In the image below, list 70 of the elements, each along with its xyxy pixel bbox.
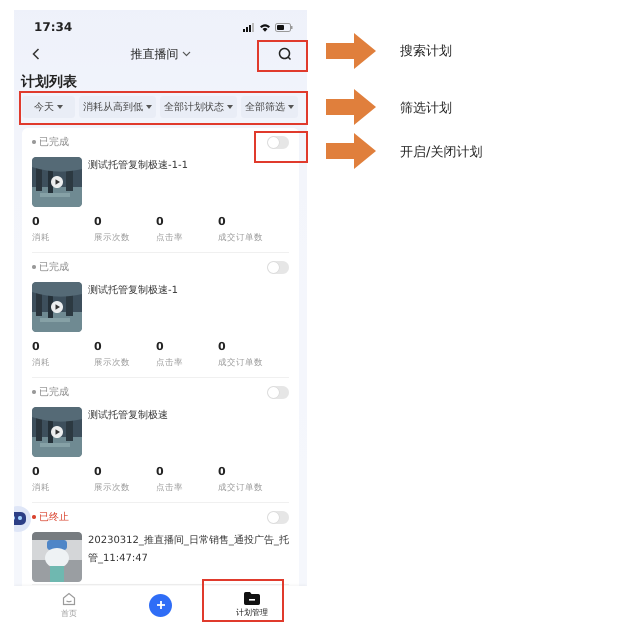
- account-dropdown[interactable]: 推直播间: [130, 46, 190, 62]
- caret-icon: [227, 105, 233, 109]
- home-icon: [62, 592, 76, 606]
- search-icon: [278, 47, 292, 61]
- stat-label: 点击率: [156, 482, 184, 494]
- stat-value: 0: [218, 340, 227, 353]
- stat-label: 展示次数: [94, 482, 131, 494]
- stat-value: 0: [94, 215, 103, 228]
- stat-label: 消耗: [32, 482, 51, 494]
- status-label: 已完成: [39, 260, 69, 274]
- play-icon: [51, 301, 63, 313]
- status-label: 已终止: [39, 510, 69, 524]
- arrow-icon: [326, 33, 376, 69]
- page-heading: 计划列表: [20, 73, 78, 92]
- plan-title: 测试托管复制极速: [88, 408, 169, 423]
- callout-label: 搜索计划: [400, 43, 452, 60]
- plan-toggle[interactable]: [267, 510, 289, 524]
- stat-label: 消耗: [32, 357, 51, 369]
- signal-icon: [243, 22, 255, 32]
- plan-title: 测试托管复制极速-1-1: [88, 158, 189, 173]
- play-icon: [51, 176, 63, 188]
- stat-value: 0: [156, 340, 165, 353]
- plan-toggle[interactable]: [267, 386, 289, 398]
- plan-title: 测试托管复制极速-1: [88, 284, 179, 298]
- filter-dropdown[interactable]: 消耗从高到低: [79, 96, 156, 118]
- folder-icon: [244, 592, 260, 605]
- back-icon: [32, 48, 40, 60]
- stat-value: 0: [32, 465, 41, 478]
- status-label: 已完成: [39, 386, 69, 399]
- callout-label: 开启/关闭计划: [400, 144, 482, 161]
- add-button[interactable]: [149, 594, 172, 616]
- caret-icon: [288, 105, 294, 109]
- callout-label: 筛选计划: [400, 100, 452, 117]
- stat-value: 0: [218, 215, 227, 228]
- stat-label: 成交订单数: [218, 357, 264, 369]
- stat-value: 0: [94, 465, 103, 478]
- filter-dropdown[interactable]: 今天: [22, 96, 75, 118]
- plus-icon: [156, 600, 166, 610]
- plan-toggle[interactable]: [267, 260, 289, 274]
- battery-icon: [275, 22, 293, 32]
- stat-value: 0: [32, 215, 41, 228]
- chevron-down-icon: [182, 51, 190, 57]
- stat-label: 展示次数: [94, 357, 131, 369]
- filter-dropdown[interactable]: 全部筛选: [241, 96, 298, 118]
- stat-label: 点击率: [156, 232, 184, 244]
- tab-bar-item[interactable]: 计划管理: [222, 592, 282, 618]
- stat-label: 消耗: [32, 232, 51, 244]
- plan-toggle[interactable]: [267, 136, 289, 148]
- status-label: 已完成: [39, 136, 69, 149]
- arrow-icon: [326, 133, 376, 169]
- stat-label: 成交订单数: [218, 482, 264, 494]
- status-time: 17:34: [34, 20, 72, 34]
- plan-title: 20230312_推直播间_日常销售_通投广告_托管_11:47:47: [88, 534, 289, 566]
- stat-value: 0: [156, 215, 165, 228]
- highlight-frame: [257, 40, 308, 72]
- arrow-icon: [326, 89, 376, 125]
- stat-value: 0: [218, 465, 227, 478]
- highlight-frame: [254, 131, 308, 163]
- stat-value: 0: [156, 465, 165, 478]
- stat-label: 成交订单数: [218, 232, 264, 244]
- stat-label: 展示次数: [94, 232, 131, 244]
- stat-value: 0: [32, 340, 41, 353]
- play-icon: [51, 426, 63, 438]
- robot-icon: [14, 504, 32, 534]
- filter-dropdown[interactable]: 全部计划状态: [160, 96, 237, 118]
- caret-icon: [57, 105, 63, 109]
- stat-label: 点击率: [156, 357, 184, 369]
- caret-icon: [146, 105, 152, 109]
- stat-value: 0: [94, 340, 103, 353]
- wifi-icon: [259, 22, 271, 32]
